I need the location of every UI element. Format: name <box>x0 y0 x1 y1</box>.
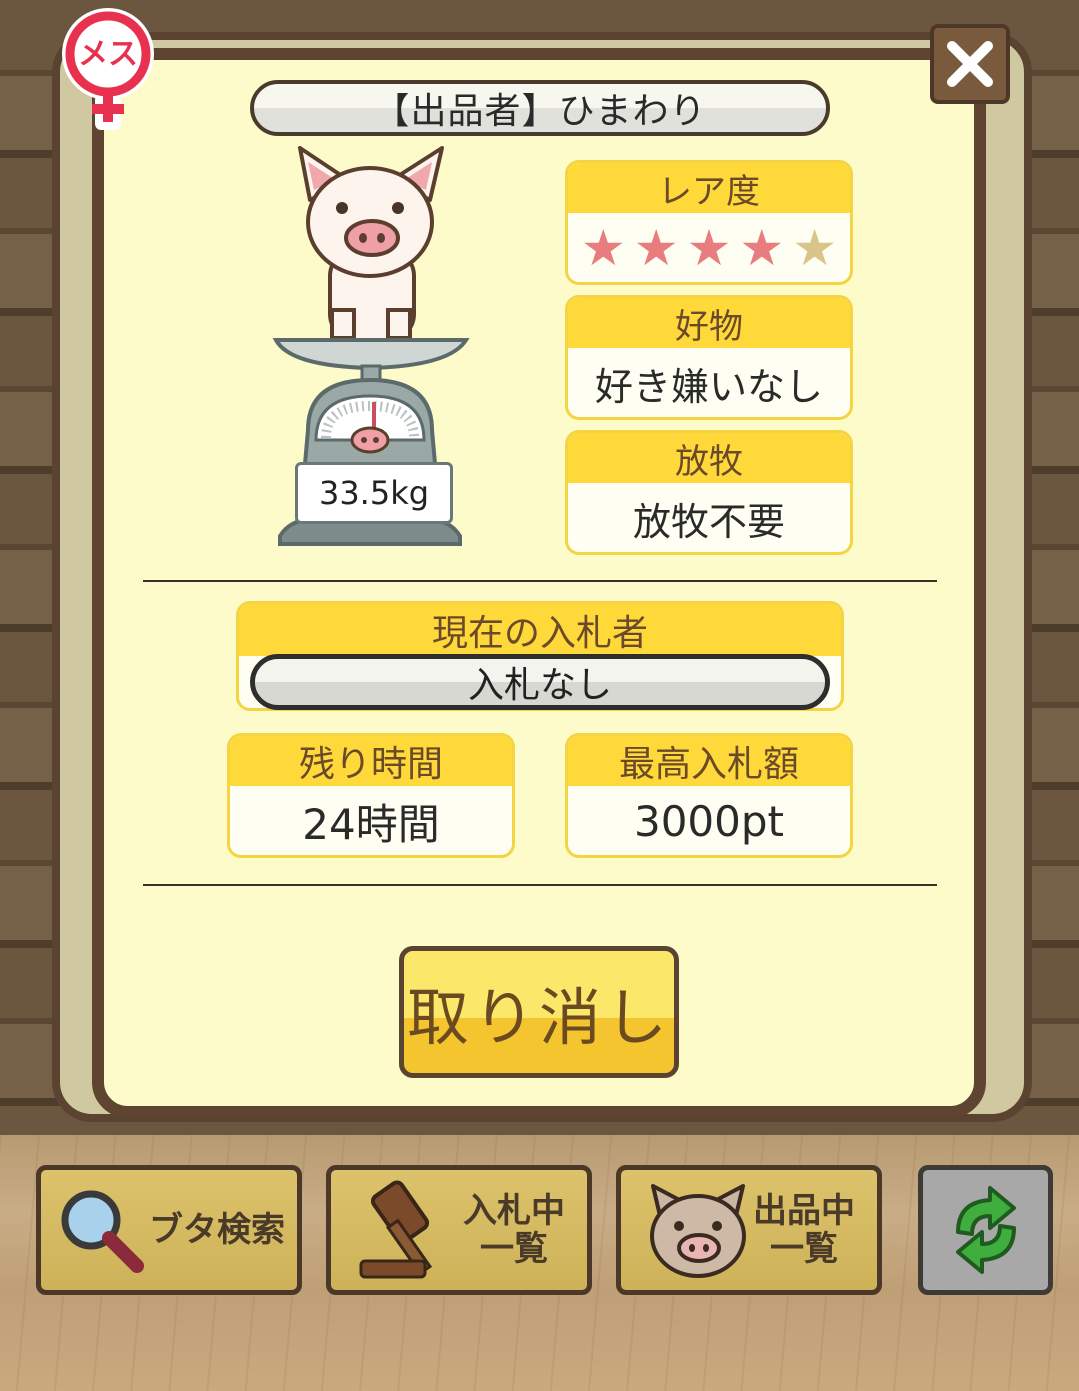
favorite-label: 好物 <box>568 298 850 348</box>
current-bidder-value: 入札なし <box>250 654 830 710</box>
max-bid-value: 3000pt <box>633 796 784 846</box>
cancel-listing-button[interactable]: 取り消し <box>399 946 679 1078</box>
listing-list-button[interactable]: 出品中 一覧 <box>616 1165 882 1295</box>
star-empty-icon: ★ <box>792 219 838 277</box>
grazing-value: 放牧不要 <box>632 499 785 544</box>
pig-weight-value: 33.5kg <box>295 462 453 524</box>
time-left-card: 残り時間 24時間 <box>227 733 515 858</box>
star-filled-icon: ★ <box>686 219 732 277</box>
rarity-label: レア度 <box>568 163 850 213</box>
bidding-list-button[interactable]: 入札中 一覧 <box>326 1165 592 1295</box>
close-icon <box>947 41 993 87</box>
star-filled-icon: ★ <box>580 219 626 277</box>
favorite-value: 好き嫌いなし <box>594 364 823 409</box>
time-left-value: 24時間 <box>302 799 440 849</box>
rarity-stars: ★ ★ ★ ★ ★ <box>581 223 837 273</box>
divider <box>143 580 937 582</box>
magnifier-icon <box>61 1190 144 1273</box>
pig-search-label: ブタ検索 <box>149 1210 285 1250</box>
refresh-icon <box>955 1186 1016 1274</box>
time-left-label: 残り時間 <box>230 736 512 786</box>
pig-face-icon <box>650 1184 746 1278</box>
bidding-list-label-line1: 入札中 <box>463 1191 565 1231</box>
favorite-food-card: 好物 好き嫌いなし <box>565 295 853 420</box>
max-bid-label: 最高入札額 <box>568 736 850 786</box>
listing-list-label-line1: 出品中 <box>753 1191 855 1231</box>
gavel-icon <box>359 1180 433 1279</box>
rarity-card: レア度 ★ ★ ★ ★ ★ <box>565 160 853 285</box>
close-button[interactable] <box>930 24 1010 104</box>
refresh-button[interactable] <box>918 1165 1053 1295</box>
star-filled-icon: ★ <box>739 219 785 277</box>
seller-label: 【出品者】ひまわり <box>250 80 830 136</box>
max-bid-card: 最高入札額 3000pt <box>565 733 853 858</box>
bidding-list-label-line2: 一覧 <box>480 1229 548 1269</box>
gender-label: メス <box>78 37 138 72</box>
grazing-label: 放牧 <box>568 433 850 483</box>
divider <box>143 884 937 886</box>
current-bidder-label: 現在の入札者 <box>239 604 841 656</box>
listing-list-label-line2: 一覧 <box>770 1229 838 1269</box>
star-filled-icon: ★ <box>633 219 679 277</box>
grazing-card: 放牧 放牧不要 <box>565 430 853 555</box>
female-badge-icon: メス <box>48 6 174 132</box>
pig-search-button[interactable]: ブタ検索 <box>36 1165 302 1295</box>
